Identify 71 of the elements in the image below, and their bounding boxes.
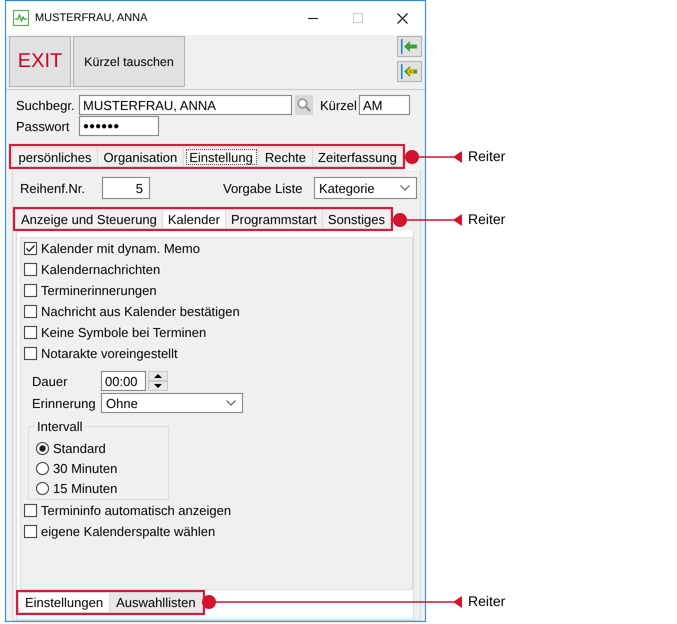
shortcut-label: Kürzel — [320, 98, 358, 112]
chevron-down-icon — [400, 185, 410, 191]
search-button[interactable] — [295, 95, 313, 115]
tab[interactable]: Organisation — [98, 147, 184, 167]
tab[interactable]: Einstellung — [184, 147, 260, 167]
arrow-button[interactable] — [397, 61, 422, 82]
checkbox-label: Keine Symbole bei Terminen — [41, 325, 206, 340]
leader-arrow — [419, 151, 462, 163]
arrow-left-cross-badge-icon — [401, 64, 418, 79]
password-field[interactable]: ●●●●●● — [79, 116, 159, 136]
exit-button[interactable]: EXIT — [9, 36, 71, 87]
pulse-chart-icon — [13, 10, 29, 26]
checkbox-label: Kalender mit dynam. Memo — [41, 241, 200, 256]
maximize-icon — [352, 13, 362, 23]
caret-up-icon — [154, 374, 162, 378]
checkbox[interactable] — [24, 263, 37, 276]
checkbox[interactable] — [24, 347, 37, 360]
checkbox[interactable] — [24, 504, 37, 517]
callout-label: Reiter — [468, 148, 506, 164]
callout-label: Reiter — [468, 593, 506, 609]
search-label: Suchbegr. — [16, 98, 76, 112]
tab[interactable]: Kalender — [162, 209, 226, 229]
checkbox[interactable] — [24, 326, 37, 339]
tab[interactable]: Zeiterfassung — [312, 147, 404, 167]
tab[interactable]: Anzeige und Steuerung — [15, 209, 163, 229]
checkbox[interactable] — [24, 305, 37, 318]
arrow-left-bar-icon — [401, 39, 418, 54]
password-label: Passwort — [16, 118, 70, 134]
spin-up-button[interactable] — [148, 371, 168, 381]
radio-button[interactable] — [36, 442, 49, 454]
search-icon — [297, 98, 311, 112]
close-icon — [397, 12, 408, 24]
shortcut-field[interactable]: AM — [359, 95, 410, 115]
group-label: Intervall — [36, 419, 84, 434]
callout-label: Reiter — [468, 211, 506, 227]
checkbox[interactable] — [24, 242, 37, 255]
checkbox[interactable] — [24, 284, 37, 297]
reminder-label: Erinnerung — [32, 396, 97, 410]
radio-label: 30 Minuten — [53, 460, 118, 476]
checkbox-label: Terminerinnerungen — [41, 283, 157, 298]
list-dropdown[interactable]: Kategorie — [314, 177, 417, 199]
checkbox-label: Nachricht aus Kalender bestätigen — [41, 304, 240, 319]
radio-label: Standard — [53, 440, 106, 456]
tab[interactable]: Auswahllisten — [110, 592, 203, 613]
tab[interactable]: Einstellungen — [18, 592, 110, 613]
checkbox-label: Kalendernachrichten — [41, 262, 160, 277]
radio-label: 15 Minuten — [53, 480, 118, 496]
toolbar-button[interactable]: Kürzel tauschen — [73, 36, 185, 87]
tab[interactable]: Rechte — [259, 147, 313, 167]
duration-field[interactable]: 00:00 — [101, 371, 146, 391]
caret-down-icon — [154, 384, 162, 388]
arrow-button[interactable] — [397, 36, 422, 57]
duration-label: Dauer — [32, 374, 68, 388]
window-title: MUSTERFRAU, ANNA — [35, 12, 148, 24]
radio-button[interactable] — [36, 482, 49, 494]
tab[interactable]: Sonstiges — [322, 209, 391, 229]
tab[interactable]: persönliches — [12, 147, 98, 167]
reminder-dropdown[interactable]: Ohne — [101, 393, 243, 413]
checkbox[interactable] — [24, 525, 37, 538]
list-label: Vorgabe Liste — [223, 180, 304, 196]
spin-down-button[interactable] — [148, 381, 168, 391]
radio-button[interactable] — [36, 462, 49, 474]
checkbox-label: Notarakte voreingestellt — [41, 346, 178, 361]
leader-arrow — [407, 214, 462, 226]
chevron-down-icon — [226, 400, 236, 406]
order-field[interactable]: 5 — [102, 177, 150, 199]
search-field[interactable]: MUSTERFRAU, ANNA — [79, 95, 292, 115]
order-label: Reihenf.Nr. — [20, 180, 86, 196]
checkbox-label: eigene Kalenderspalte wählen — [41, 524, 216, 539]
checkbox-label: Termininfo automatisch anzeigen — [41, 503, 232, 518]
tab[interactable]: Programmstart — [226, 209, 323, 229]
